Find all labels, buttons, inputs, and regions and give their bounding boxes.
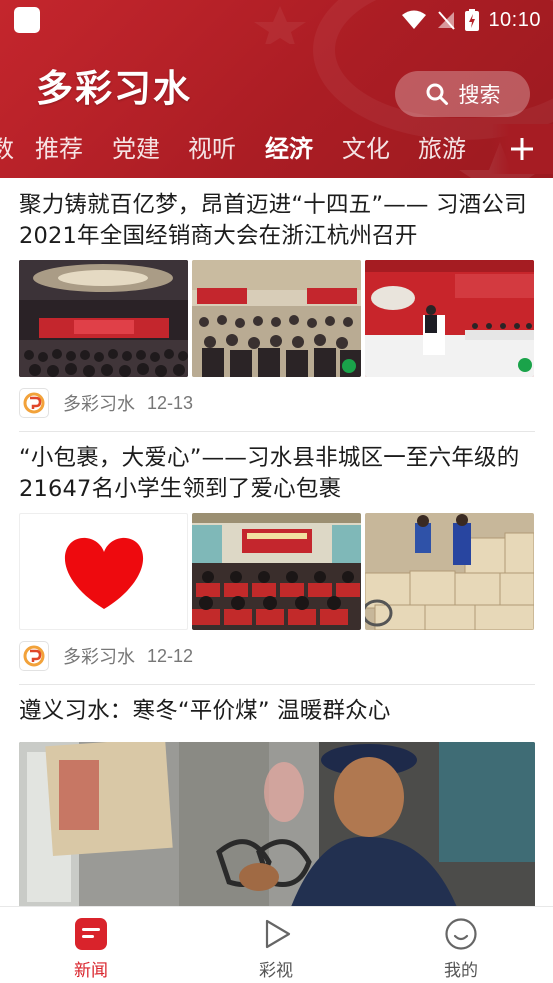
tab-audiovisual[interactable]: 视听 — [188, 124, 236, 174]
article-title[interactable]: 聚力铸就百亿梦，昂首迈进“十四五”—— 习酒公司2021年全国经销商大会在浙江杭… — [19, 190, 535, 252]
search-label: 搜索 — [458, 83, 501, 107]
nav-news[interactable]: 新闻 — [31, 907, 151, 983]
audience-photo — [192, 260, 361, 377]
stage-speaker-photo — [365, 260, 534, 377]
source-logo-icon — [19, 388, 49, 418]
status-time: 10:10 — [488, 8, 541, 31]
wifi-icon — [402, 10, 427, 29]
article-meta: 多彩习水 12-13 — [19, 388, 193, 418]
article-title[interactable]: “小包裹，大爱心”——习水县非城区一至六年级的21647名小学生领到了爱心包裹 — [19, 443, 535, 505]
conference-hall-photo — [19, 260, 188, 377]
app-header: 10:10 多彩习水 搜索 数 推荐 党建 视听 经济 文化 旅游 — [0, 0, 553, 178]
elderly-man-photo — [19, 742, 535, 906]
search-icon — [426, 83, 448, 105]
notification-app-icon — [14, 7, 40, 33]
search-button[interactable]: 搜索 — [395, 71, 530, 117]
source-logo-icon — [19, 641, 49, 671]
divider — [19, 431, 535, 432]
nav-profile-label: 我的 — [444, 961, 478, 981]
nav-profile[interactable]: 我的 — [401, 907, 521, 983]
tab-party-building[interactable]: 党建 — [112, 124, 160, 174]
article-card[interactable]: “小包裹，大爱心”——习水县非城区一至六年级的21647名小学生领到了爱心包裹 — [19, 443, 535, 681]
app-title: 多彩习水 — [36, 67, 192, 110]
source-name: 多彩习水 — [63, 394, 135, 415]
parcel-boxes-photo — [365, 513, 534, 630]
add-channel-button[interactable] — [491, 124, 553, 174]
article-thumbnails — [19, 513, 534, 630]
tab-culture[interactable]: 文化 — [342, 124, 390, 174]
article-thumbnails — [19, 260, 534, 377]
tab-travel[interactable]: 旅游 — [418, 124, 466, 174]
heart-icon — [64, 537, 144, 609]
tab-economy[interactable]: 经济 — [265, 124, 313, 174]
tab-recommend[interactable]: 推荐 — [35, 124, 83, 174]
nav-video-label: 彩视 — [259, 961, 293, 981]
article-card[interactable]: 聚力铸就百亿梦，昂首迈进“十四五”—— 习酒公司2021年全国经销商大会在浙江杭… — [19, 190, 535, 428]
category-tabs: 数 推荐 党建 视听 经济 文化 旅游 — [0, 124, 553, 174]
bottom-navigation: 新闻 彩视 我的 — [0, 906, 553, 983]
profile-icon — [445, 918, 477, 950]
source-name: 多彩习水 — [63, 647, 135, 668]
divider — [19, 684, 535, 685]
news-feed[interactable]: 聚力铸就百亿梦，昂首迈进“十四五”—— 习酒公司2021年全国经销商大会在浙江杭… — [0, 178, 553, 906]
article-card[interactable]: 遵义习水：寒冬“平价煤” 温暖群众心 — [19, 696, 535, 906]
battery-icon — [465, 9, 480, 31]
signal-icon — [438, 11, 456, 30]
meeting-hall-photo — [192, 513, 361, 630]
plus-icon — [511, 138, 533, 160]
article-title[interactable]: 遵义习水：寒冬“平价煤” 温暖群众心 — [19, 696, 535, 727]
article-meta: 多彩习水 12-12 — [19, 641, 193, 671]
heart-image — [19, 513, 188, 630]
tab-partial[interactable]: 数 — [0, 124, 14, 174]
publish-date: 12-12 — [147, 645, 194, 666]
nav-news-label: 新闻 — [74, 961, 108, 981]
play-icon — [265, 919, 291, 949]
status-bar: 10:10 — [0, 0, 553, 40]
publish-date: 12-13 — [147, 392, 194, 413]
news-icon — [75, 918, 107, 950]
nav-video[interactable]: 彩视 — [216, 907, 336, 983]
